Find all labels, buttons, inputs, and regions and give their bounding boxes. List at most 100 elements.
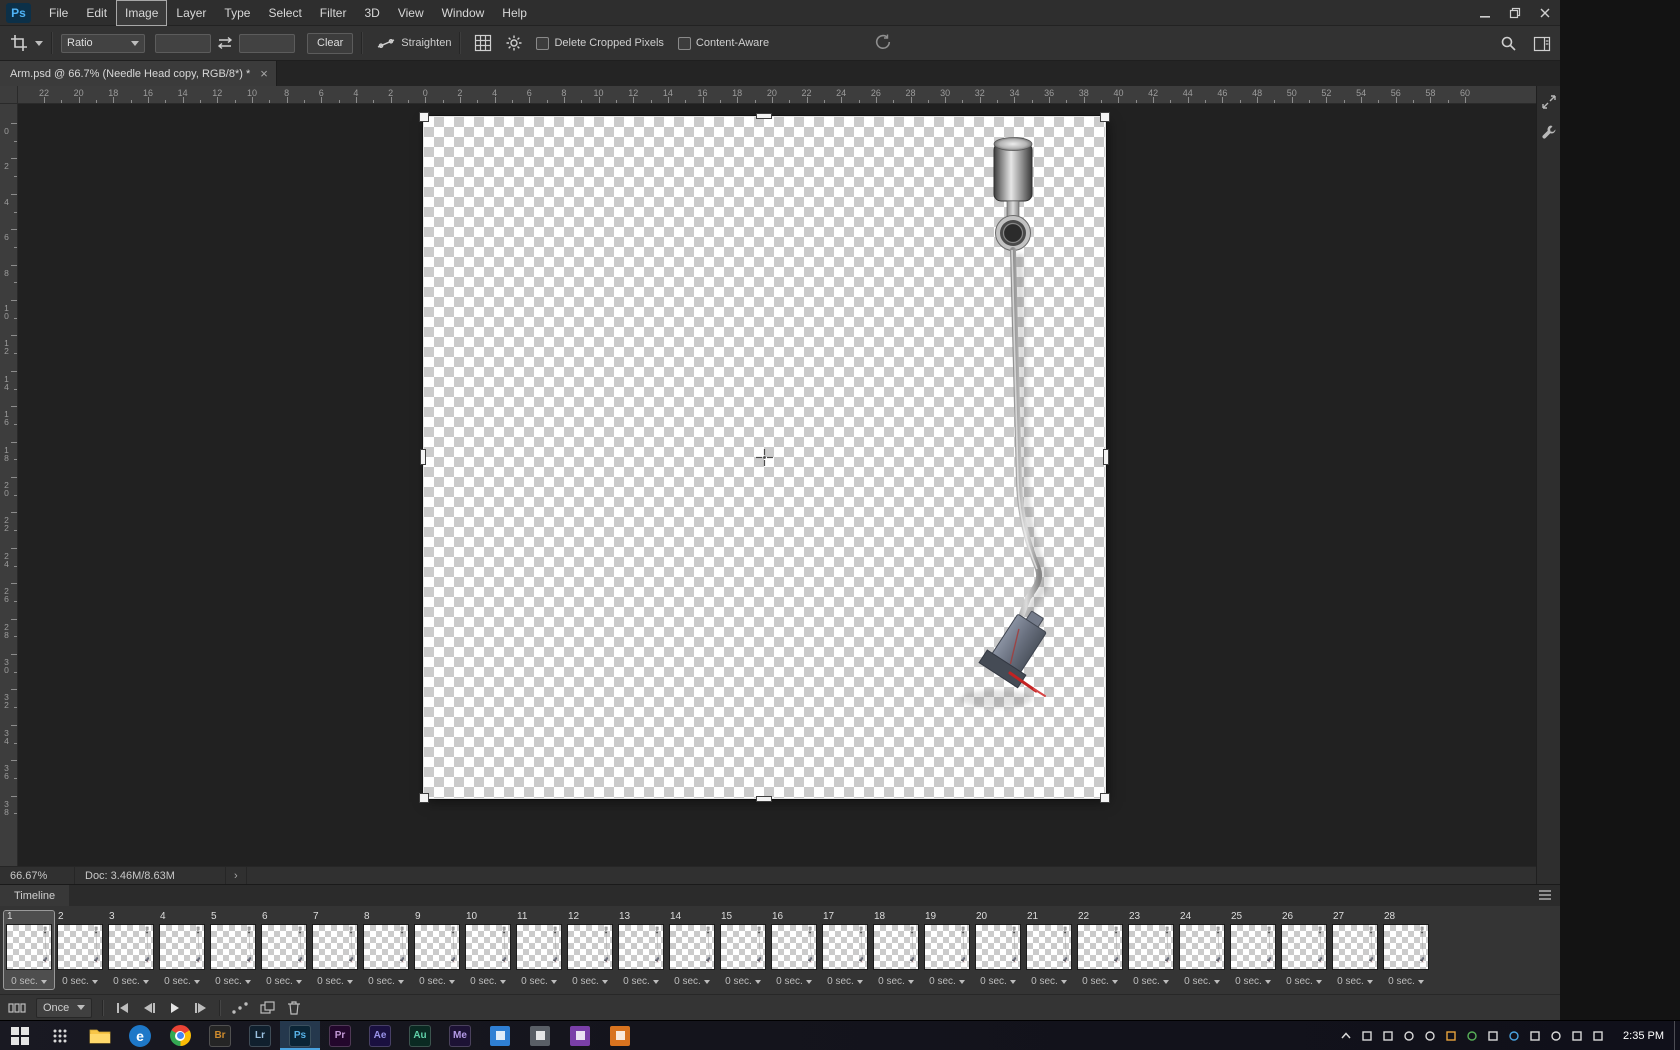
menu-item-filter[interactable]: Filter <box>311 0 356 26</box>
taskbar-clock[interactable]: 2:35 PM <box>1613 1021 1674 1050</box>
timeline-frame[interactable]: 6 0 sec. <box>259 911 309 989</box>
taskbar-adobe-bridge[interactable]: Br <box>200 1021 240 1050</box>
horizontal-ruler[interactable]: 22 20 18 16 14 12 10 8 6 4 2 0 2 4 6 8 10 12 14 16 18 20 22 24 2… <box>0 86 1536 104</box>
timeline-frame[interactable]: 24 0 sec. <box>1177 911 1227 989</box>
frame-thumbnail[interactable] <box>465 924 511 970</box>
frame-delay-dropdown[interactable]: 0 sec. <box>616 976 666 987</box>
frame-thumbnail[interactable] <box>1077 924 1123 970</box>
crop-height-input[interactable] <box>239 33 295 53</box>
frame-thumbnail[interactable] <box>873 924 919 970</box>
menu-item-layer[interactable]: Layer <box>167 0 215 26</box>
menu-item-type[interactable]: Type <box>215 0 259 26</box>
tray-pen-icon[interactable] <box>1465 1029 1479 1043</box>
convert-timeline-icon[interactable] <box>8 1000 26 1016</box>
delete-frame-icon[interactable] <box>286 1000 302 1016</box>
taskbar-browser-chrome[interactable] <box>160 1021 200 1050</box>
frame-thumbnail[interactable] <box>669 924 715 970</box>
panel-menu-icon[interactable] <box>1538 889 1552 901</box>
taskbar-app-gray[interactable] <box>520 1021 560 1050</box>
clear-button[interactable]: Clear <box>307 32 354 54</box>
document-canvas[interactable] <box>419 112 1110 803</box>
frame-thumbnail[interactable] <box>618 924 664 970</box>
timeline-frame[interactable]: 20 0 sec. <box>973 911 1023 989</box>
timeline-frame[interactable]: 5 0 sec. <box>208 911 258 989</box>
content-aware-checkbox[interactable] <box>677 36 691 50</box>
timeline-frame[interactable]: 9 0 sec. <box>412 911 462 989</box>
timeline-frame[interactable]: 8 0 sec. <box>361 911 411 989</box>
crop-handle-bottom-left[interactable] <box>419 793 429 803</box>
crop-handle-right[interactable] <box>1103 449 1109 465</box>
taskbar-app-blue[interactable] <box>480 1021 520 1050</box>
frame-delay-dropdown[interactable]: 0 sec. <box>412 976 462 987</box>
menu-item-file[interactable]: File <box>40 0 77 26</box>
taskbar-start-button[interactable] <box>0 1021 40 1050</box>
timeline-frame[interactable]: 25 0 sec. <box>1228 911 1278 989</box>
timeline-frame[interactable]: 21 0 sec. <box>1024 911 1074 989</box>
crop-handle-left[interactable] <box>420 449 426 465</box>
menu-item-select[interactable]: Select <box>259 0 310 26</box>
frame-delay-dropdown[interactable]: 0 sec. <box>1381 976 1431 987</box>
timeline-frame[interactable]: 15 0 sec. <box>718 911 768 989</box>
frame-delay-dropdown[interactable]: 0 sec. <box>871 976 921 987</box>
frame-thumbnail[interactable] <box>1281 924 1327 970</box>
frame-thumbnail[interactable] <box>771 924 817 970</box>
tray-app-window-icon[interactable] <box>1360 1029 1374 1043</box>
frame-delay-dropdown[interactable]: 0 sec. <box>1024 976 1074 987</box>
frame-thumbnail[interactable] <box>567 924 613 970</box>
tray-usb-icon[interactable] <box>1486 1029 1500 1043</box>
timeline-frame[interactable]: 17 0 sec. <box>820 911 870 989</box>
menu-item-edit[interactable]: Edit <box>77 0 116 26</box>
loop-count-dropdown[interactable]: Once <box>36 997 93 1018</box>
frame-thumbnail[interactable] <box>975 924 1021 970</box>
taskbar-file-explorer[interactable] <box>80 1021 120 1050</box>
previous-frame-icon[interactable] <box>141 1002 158 1013</box>
next-frame-icon[interactable] <box>192 1002 209 1013</box>
frame-thumbnail[interactable] <box>57 924 103 970</box>
crop-handle-bottom[interactable] <box>756 796 772 802</box>
frame-delay-dropdown[interactable]: 0 sec. <box>463 976 513 987</box>
canvas-area[interactable] <box>18 104 1536 866</box>
taskbar-app-orange[interactable] <box>600 1021 640 1050</box>
frame-delay-dropdown[interactable]: 0 sec. <box>1228 976 1278 987</box>
timeline-frame[interactable]: 7 0 sec. <box>310 911 360 989</box>
tween-icon[interactable] <box>231 1001 249 1015</box>
tab-close-icon[interactable]: × <box>260 67 268 80</box>
frame-thumbnail[interactable] <box>414 924 460 970</box>
frame-thumbnail[interactable] <box>1026 924 1072 970</box>
frame-delay-dropdown[interactable]: 0 sec. <box>55 976 105 987</box>
timeline-frame[interactable]: 13 0 sec. <box>616 911 666 989</box>
straighten-icon[interactable] <box>376 35 396 51</box>
timeline-frame[interactable]: 16 0 sec. <box>769 911 819 989</box>
crop-icon[interactable] <box>10 34 28 52</box>
zoom-level-field[interactable]: 66.67% <box>0 870 74 882</box>
taskbar-adobe-audition[interactable]: Au <box>400 1021 440 1050</box>
frame-thumbnail[interactable] <box>1332 924 1378 970</box>
timeline-frame[interactable]: 26 0 sec. <box>1279 911 1329 989</box>
tray-sync-icon[interactable] <box>1444 1029 1458 1043</box>
frame-delay-dropdown[interactable]: 0 sec. <box>310 976 360 987</box>
tray-action-center-icon[interactable] <box>1591 1029 1605 1043</box>
document-tab[interactable]: Arm.psd @ 66.7% (Needle Head copy, RGB/8… <box>0 61 277 86</box>
collapsed-panel-wrench-icon[interactable] <box>1541 124 1557 140</box>
swap-arrows-icon[interactable] <box>216 36 234 50</box>
timeline-frame[interactable]: 10 0 sec. <box>463 911 513 989</box>
tray-battery-icon[interactable] <box>1570 1029 1584 1043</box>
restore-icon[interactable] <box>1500 0 1530 26</box>
search-icon[interactable] <box>1500 35 1517 52</box>
crop-handle-top[interactable] <box>756 113 772 119</box>
vertical-ruler[interactable]: 0 2 4 6 8 10 12 14 16 18 20 22 24 26 28 30 32 34 36 38 <box>0 104 18 866</box>
frame-thumbnail[interactable] <box>1383 924 1429 970</box>
tray-bluetooth-icon[interactable] <box>1507 1029 1521 1043</box>
timeline-frame[interactable]: 4 0 sec. <box>157 911 207 989</box>
frame-delay-dropdown[interactable]: 0 sec. <box>361 976 411 987</box>
duplicate-frame-icon[interactable] <box>259 1000 276 1015</box>
gear-icon[interactable] <box>505 34 523 52</box>
timeline-frame[interactable]: 14 0 sec. <box>667 911 717 989</box>
crop-handle-top-right[interactable] <box>1100 112 1110 122</box>
timeline-frame[interactable]: 3 0 sec. <box>106 911 156 989</box>
frame-delay-dropdown[interactable]: 0 sec. <box>157 976 207 987</box>
timeline-frame[interactable]: 23 0 sec. <box>1126 911 1176 989</box>
frame-delay-dropdown[interactable]: 0 sec. <box>718 976 768 987</box>
taskbar-app-grid[interactable] <box>40 1021 80 1050</box>
frame-delay-dropdown[interactable]: 0 sec. <box>820 976 870 987</box>
